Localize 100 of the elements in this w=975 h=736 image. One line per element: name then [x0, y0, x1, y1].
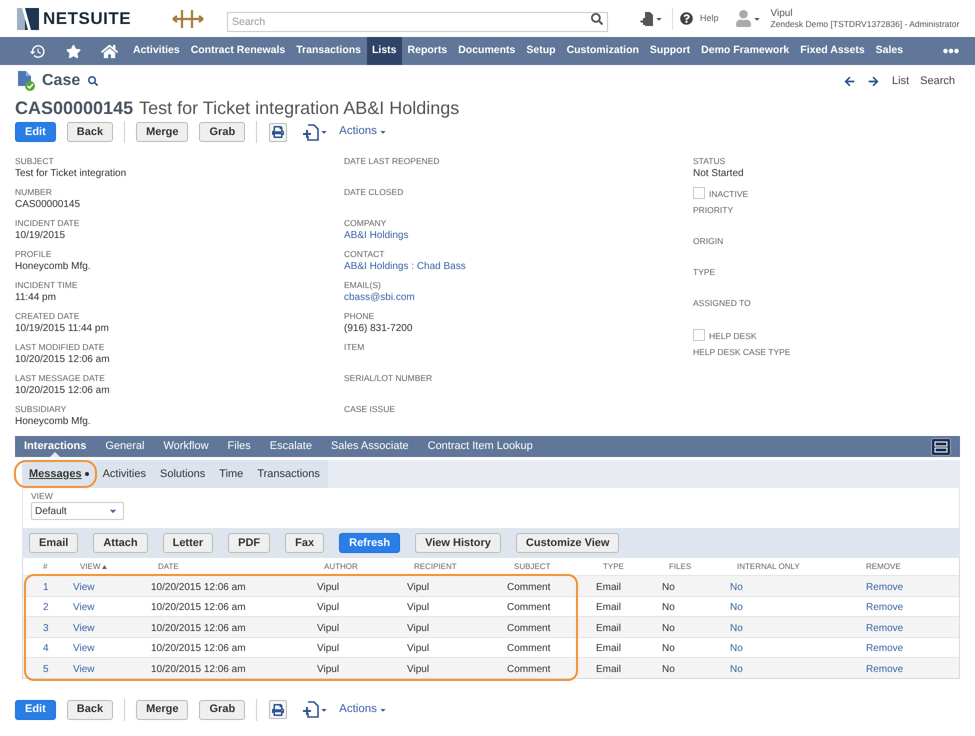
nav-item[interactable]: Lists — [367, 37, 402, 65]
table-link[interactable]: 1 — [43, 582, 49, 593]
nav-item[interactable]: Customization — [562, 37, 644, 65]
button[interactable]: Customize View — [516, 533, 620, 553]
table-link[interactable]: 2 — [43, 602, 49, 614]
column-header[interactable]: RECIPIENT — [414, 560, 457, 572]
account-name: Zendesk Demo [TSTDRV1372836] - Administrator — [770, 18, 960, 28]
subtab[interactable]: Solutions — [160, 466, 206, 482]
nav-item[interactable]: Transactions — [291, 37, 366, 65]
view-select[interactable]: Default — [31, 502, 124, 520]
button[interactable]: Attach — [93, 533, 148, 553]
table-link[interactable]: View — [73, 602, 94, 614]
table-link[interactable]: 5 — [43, 664, 49, 675]
nav-item[interactable]: Reports — [402, 37, 452, 65]
button[interactable]: Email — [29, 533, 78, 553]
nav-item[interactable]: Activities — [128, 37, 185, 65]
subtab[interactable]: Time — [219, 466, 244, 482]
tab[interactable]: General — [97, 436, 152, 457]
button[interactable]: PDF — [228, 533, 270, 553]
checkbox[interactable] — [693, 328, 705, 340]
new-record-button[interactable] — [303, 701, 328, 718]
field-label: EMAIL(S) — [344, 279, 381, 291]
column-header[interactable]: DATE — [158, 560, 179, 572]
subtab[interactable]: Transactions — [257, 466, 320, 482]
column-header[interactable]: TYPE — [603, 560, 624, 572]
table-cell: Vipul — [317, 622, 340, 634]
button[interactable]: Merge — [136, 700, 188, 720]
field-link[interactable]: cbass@sbi.com — [344, 291, 415, 305]
create-menu-button[interactable] — [640, 10, 663, 26]
table-link[interactable]: Remove — [866, 622, 904, 634]
column-header[interactable]: # — [43, 560, 48, 572]
button[interactable]: Fax — [285, 533, 324, 553]
nav-item[interactable]: Documents — [453, 37, 520, 65]
field-link[interactable]: AB&I Holdings : Chad Bass — [344, 260, 466, 274]
header-link[interactable]: Search — [920, 72, 955, 90]
column-header[interactable]: AUTHOR — [324, 560, 358, 572]
table-link[interactable]: View — [73, 582, 94, 593]
print-button[interactable] — [269, 700, 288, 719]
primary-button[interactable]: Edit — [15, 700, 56, 720]
previous-icon[interactable] — [844, 76, 856, 86]
tab[interactable]: Contract Item Lookup — [420, 436, 541, 457]
button[interactable]: Grab — [199, 700, 246, 720]
table-link[interactable]: 4 — [43, 643, 49, 654]
button[interactable]: Back — [66, 122, 114, 142]
search-icon[interactable] — [591, 12, 603, 24]
table-link[interactable]: No — [730, 643, 743, 654]
nav-item[interactable]: Support — [644, 37, 696, 65]
layout-icon[interactable] — [931, 438, 951, 456]
column-header[interactable]: REMOVE — [866, 560, 901, 572]
actions-menu[interactable]: Actions — [339, 123, 387, 141]
table-link[interactable]: View — [73, 643, 94, 654]
print-button[interactable] — [269, 122, 288, 142]
field-link[interactable]: AB&I Holdings — [344, 229, 408, 243]
table-link[interactable]: Remove — [866, 664, 904, 675]
help-link[interactable]: Help — [700, 12, 719, 26]
button[interactable]: Letter — [162, 533, 214, 553]
checkbox[interactable] — [693, 186, 705, 198]
button[interactable]: View History — [415, 533, 501, 553]
table-link[interactable]: No — [730, 622, 743, 634]
table-link[interactable]: No — [730, 664, 743, 675]
field-label: SUBJECT — [15, 155, 54, 167]
column-header[interactable]: SUBJECT — [514, 560, 550, 572]
search-icon[interactable] — [88, 76, 98, 86]
subtab[interactable]: Messages — [29, 466, 82, 482]
tab[interactable]: Interactions — [16, 436, 94, 457]
button[interactable]: Merge — [136, 122, 188, 142]
button[interactable]: Grab — [199, 122, 246, 142]
tab[interactable]: Escalate — [262, 436, 320, 457]
table-link[interactable]: 3 — [43, 622, 49, 634]
new-record-button[interactable] — [303, 124, 328, 140]
primary-button[interactable]: Refresh — [339, 533, 400, 553]
table-link[interactable]: No — [730, 582, 743, 593]
nav-item[interactable]: Setup — [521, 37, 561, 65]
field-value: 10/19/2015 — [15, 229, 66, 243]
table-link[interactable]: Remove — [866, 643, 904, 654]
button[interactable]: Back — [66, 700, 114, 720]
record-type: Case — [42, 71, 80, 91]
tab[interactable]: Files — [220, 436, 259, 457]
column-header[interactable]: VIEW — [80, 560, 100, 572]
subtab[interactable]: Activities — [102, 466, 146, 482]
table-link[interactable]: Remove — [866, 582, 904, 593]
header-link[interactable]: List — [892, 72, 910, 90]
table-link[interactable]: View — [73, 622, 94, 634]
table-link[interactable]: View — [73, 664, 94, 675]
actions-menu[interactable]: Actions — [339, 700, 387, 718]
primary-button[interactable]: Edit — [15, 122, 56, 142]
record-number: CAS00000145 — [15, 96, 134, 120]
nav-item[interactable]: Fixed Assets — [795, 37, 870, 65]
table-link[interactable]: Remove — [866, 602, 904, 614]
help-icon[interactable] — [680, 12, 693, 25]
table-link[interactable]: No — [730, 602, 743, 614]
nav-item[interactable]: Contract Renewals — [186, 37, 290, 65]
column-header[interactable]: INTERNAL ONLY — [737, 560, 800, 572]
tab[interactable]: Workflow — [156, 436, 217, 457]
tab[interactable]: Sales Associate — [322, 436, 417, 457]
search-field[interactable]: Search — [227, 12, 608, 32]
nav-item[interactable]: Demo Framework — [696, 37, 794, 65]
column-header[interactable]: FILES — [669, 560, 692, 572]
next-icon[interactable] — [868, 76, 880, 86]
nav-item[interactable]: Sales — [870, 37, 908, 65]
